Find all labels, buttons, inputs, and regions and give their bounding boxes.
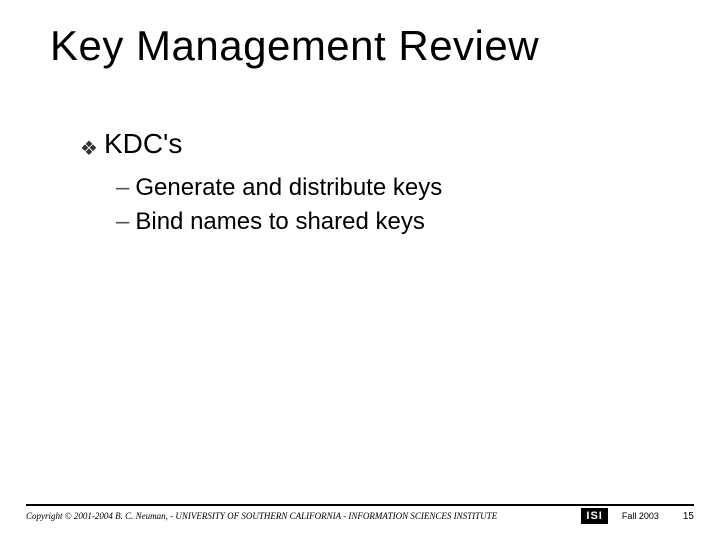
dash-bullet-icon: –	[116, 208, 129, 236]
dash-bullet-icon: –	[116, 174, 129, 202]
slide-title: Key Management Review	[50, 22, 539, 70]
footer-rule	[26, 504, 694, 506]
bullet-level2: – Generate and distribute keys	[116, 174, 660, 202]
bullet-level2-text: Bind names to shared keys	[135, 208, 425, 236]
term-label: Fall 2003	[622, 511, 659, 521]
footer-row: Copyright © 2001-2004 B. C. Neuman, - UN…	[26, 508, 694, 524]
copyright-text: Copyright © 2001-2004 B. C. Neuman, - UN…	[26, 511, 497, 521]
bullet-level2-text: Generate and distribute keys	[135, 174, 442, 202]
page-number: 15	[683, 511, 694, 522]
bullet-level2: – Bind names to shared keys	[116, 208, 660, 236]
slide-body: ❖ KDC's – Generate and distribute keys –…	[80, 128, 660, 242]
slide: Key Management Review ❖ KDC's – Generate…	[0, 0, 720, 540]
bullet-level2-list: – Generate and distribute keys – Bind na…	[116, 174, 660, 236]
footer: Copyright © 2001-2004 B. C. Neuman, - UN…	[26, 504, 694, 524]
bullet-level1: ❖ KDC's	[80, 128, 660, 160]
footer-right: ISI Fall 2003 15	[581, 508, 694, 524]
bullet-level1-text: KDC's	[104, 128, 182, 160]
isi-logo: ISI	[581, 508, 607, 524]
diamond-bullet-icon: ❖	[80, 139, 98, 159]
